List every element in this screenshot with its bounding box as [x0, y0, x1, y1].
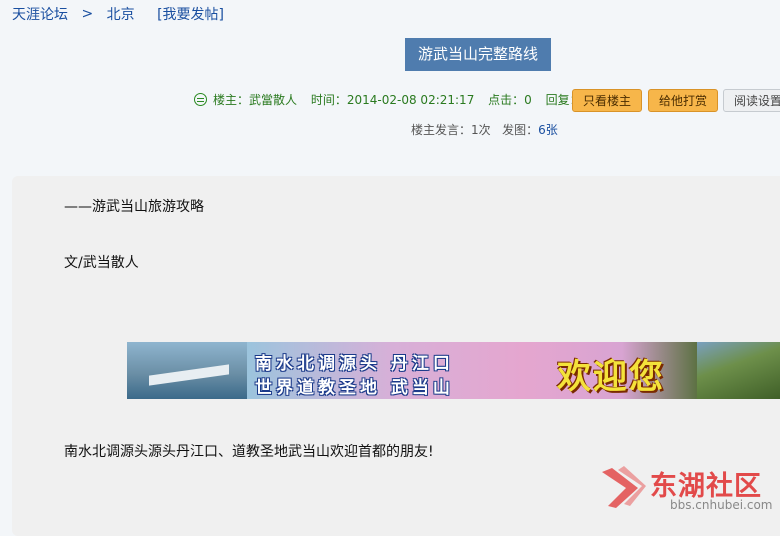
author-link[interactable]: 武當散人	[249, 93, 297, 107]
clicks-label: 点击：	[488, 93, 525, 107]
body-line-author: 文/武当散人	[64, 255, 139, 271]
posts-count: 1次	[471, 123, 491, 137]
watermark-url: bbs.cnhubei.com	[670, 498, 773, 512]
tip-button[interactable]: 给他打赏	[648, 89, 718, 112]
time-label: 时间：	[310, 93, 347, 107]
banner-welcome: 欢迎您	[557, 357, 665, 397]
breadcrumb-forum-link[interactable]: 天涯论坛	[12, 4, 68, 24]
mountain-illustration	[697, 342, 780, 399]
post-meta: 楼主：武當散人 时间：2014-02-08 02:21:17 点击：0 回复：0	[194, 91, 589, 108]
watermark: 东湖社区 bbs.cnhubei.com	[598, 462, 778, 518]
images-label: 发图：	[502, 123, 539, 137]
banner-line2: 世界道教圣地 武当山	[255, 378, 454, 398]
owner-only-button[interactable]: 只看楼主	[572, 89, 642, 112]
body-line-subtitle: ——游武当山旅游攻略	[64, 199, 204, 215]
cnhubei-logo-icon	[602, 466, 646, 508]
read-settings-button[interactable]: 阅读设置	[723, 89, 780, 112]
user-badge-icon	[194, 93, 207, 106]
breadcrumb: 天涯论坛 > 北京 [我要发帖]	[12, 4, 224, 24]
images-count-link[interactable]: 6张	[538, 123, 558, 137]
breadcrumb-separator: >	[81, 6, 94, 22]
welcome-banner-image: 南水北调源头 丹江口 世界道教圣地 武当山 欢迎您	[127, 342, 780, 399]
clicks-count: 0	[524, 93, 532, 107]
dam-illustration	[127, 342, 247, 399]
post-time: 2014-02-08 02:21:17	[346, 93, 475, 107]
new-post-link[interactable]: [我要发帖]	[157, 4, 224, 24]
posts-label: 楼主发言：	[411, 123, 472, 137]
banner-line1: 南水北调源头 丹江口	[255, 354, 454, 374]
post-title: 游武当山完整路线	[405, 38, 551, 71]
author-stats: 楼主发言：1次 发图：6张	[411, 121, 558, 138]
author-label: 楼主：	[213, 93, 250, 107]
breadcrumb-board-link[interactable]: 北京	[107, 4, 135, 24]
body-line-welcome: 南水北调源头源头丹江口、道教圣地武当山欢迎首都的朋友!	[64, 444, 434, 460]
